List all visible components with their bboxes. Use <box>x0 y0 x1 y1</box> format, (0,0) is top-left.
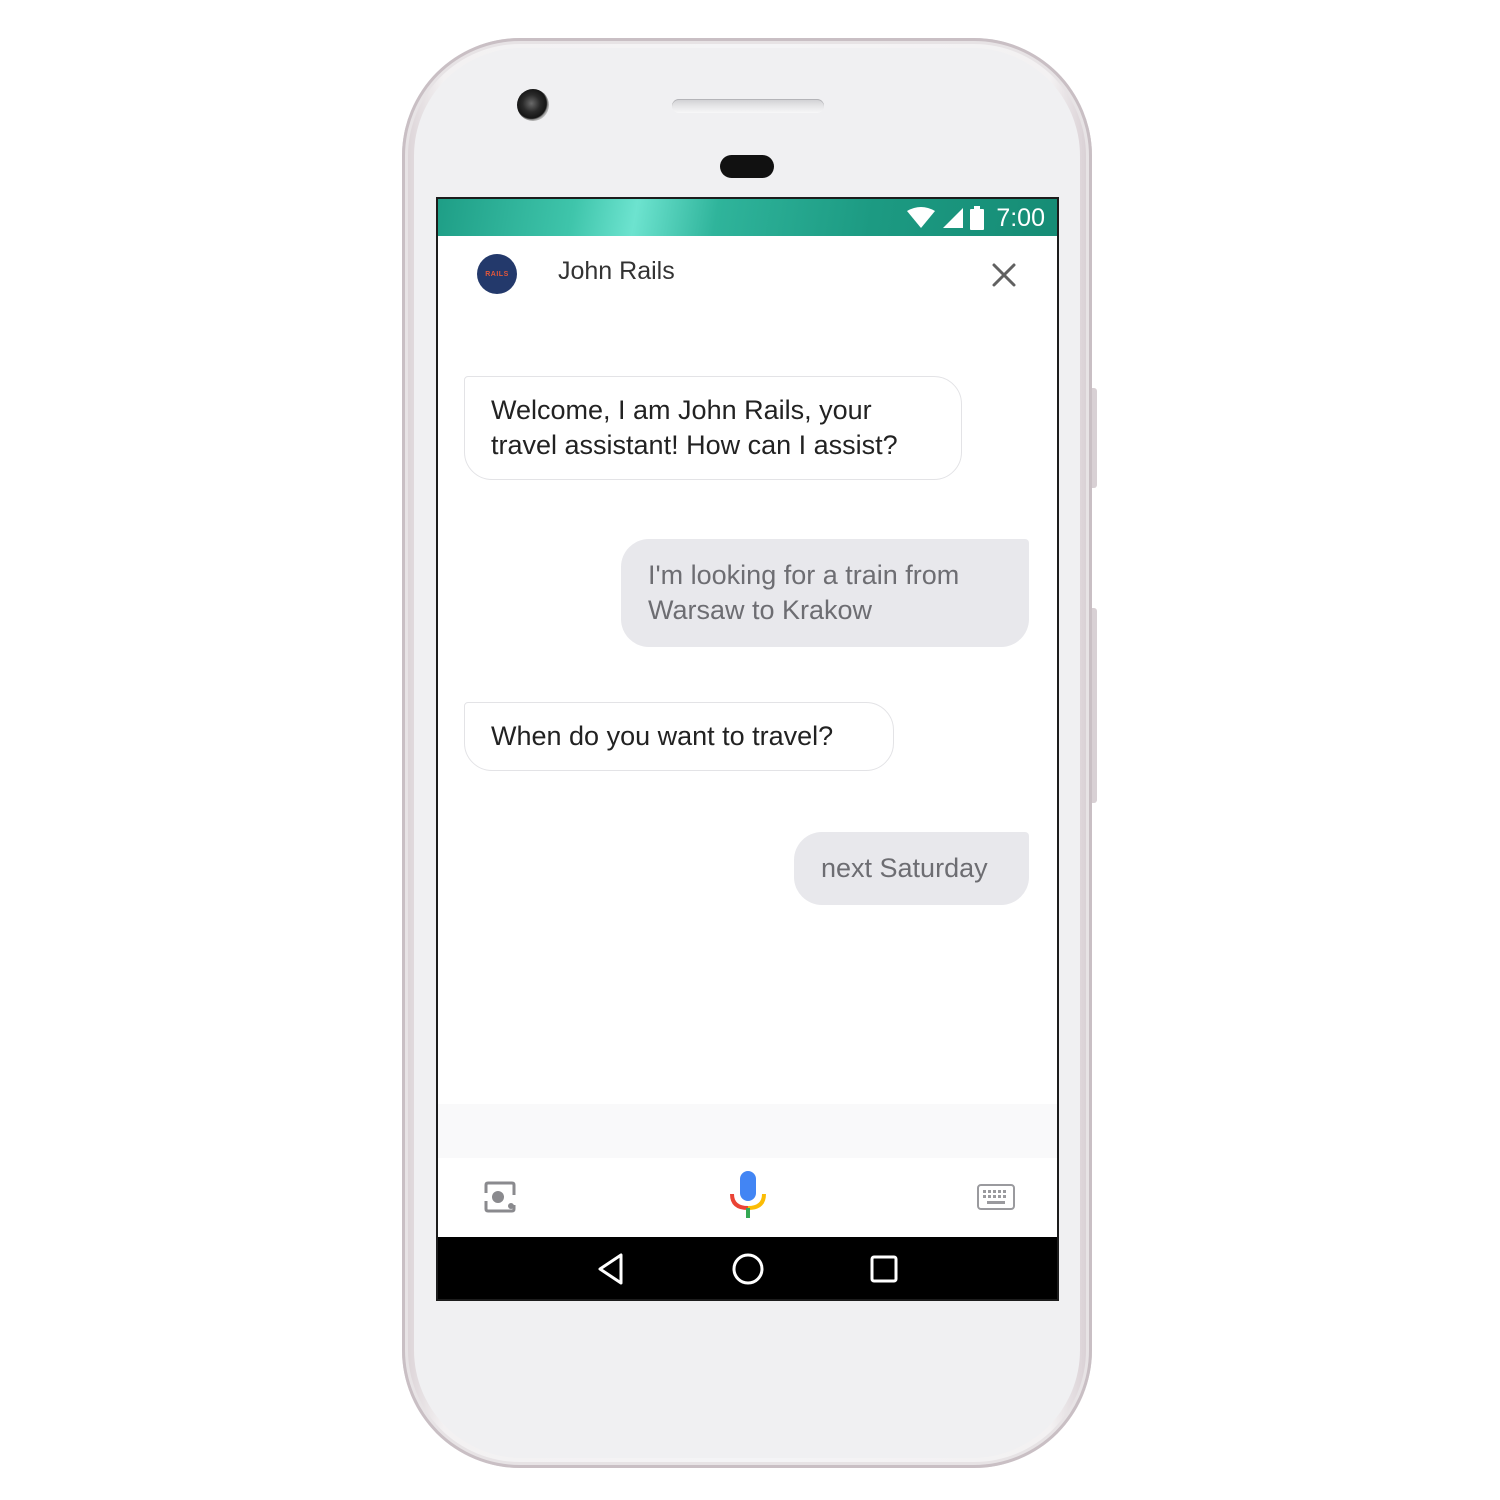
wifi-icon <box>907 207 936 228</box>
message-text: Welcome, I am John Rails, your travel as… <box>491 395 898 460</box>
status-bar: 7:00 <box>438 199 1057 236</box>
battery-icon <box>970 206 985 230</box>
proximity-sensor <box>720 155 774 178</box>
status-time: 7:00 <box>996 203 1045 232</box>
volume-button <box>1092 388 1097 488</box>
front-camera <box>517 89 549 121</box>
agent-name: John Rails <box>558 257 675 285</box>
earpiece-speaker <box>672 99 824 113</box>
status-icons: 7:00 <box>906 203 1045 233</box>
home-icon[interactable] <box>730 1251 766 1287</box>
back-icon[interactable] <box>594 1251 630 1287</box>
message-user-date: next Saturday <box>794 832 1029 905</box>
lens-icon[interactable] <box>482 1179 518 1215</box>
cell-signal-icon <box>943 208 964 228</box>
message-bot-welcome: Welcome, I am John Rails, your travel as… <box>464 376 962 480</box>
message-text: next Saturday <box>821 853 988 883</box>
message-text: When do you want to travel? <box>491 721 834 751</box>
close-icon[interactable] <box>989 260 1019 290</box>
recents-icon[interactable] <box>866 1251 902 1287</box>
message-user-route: I'm looking for a train from Warsaw to K… <box>621 539 1029 647</box>
message-bot-when: When do you want to travel? <box>464 702 894 771</box>
message-text: I'm looking for a train from Warsaw to K… <box>648 560 960 625</box>
android-nav-bar <box>438 1237 1057 1299</box>
avatar-logo-text: RAILS <box>485 270 509 278</box>
phone-screen: 7:00 RAILS John Rails Welcome, I am John… <box>436 197 1059 1301</box>
chat-header: RAILS John Rails <box>438 236 1057 312</box>
power-button <box>1092 608 1097 803</box>
assistant-input-bar <box>438 1104 1057 1239</box>
agent-avatar: RAILS <box>477 254 517 294</box>
microphone-icon[interactable] <box>728 1170 768 1220</box>
keyboard-icon[interactable] <box>977 1184 1015 1210</box>
